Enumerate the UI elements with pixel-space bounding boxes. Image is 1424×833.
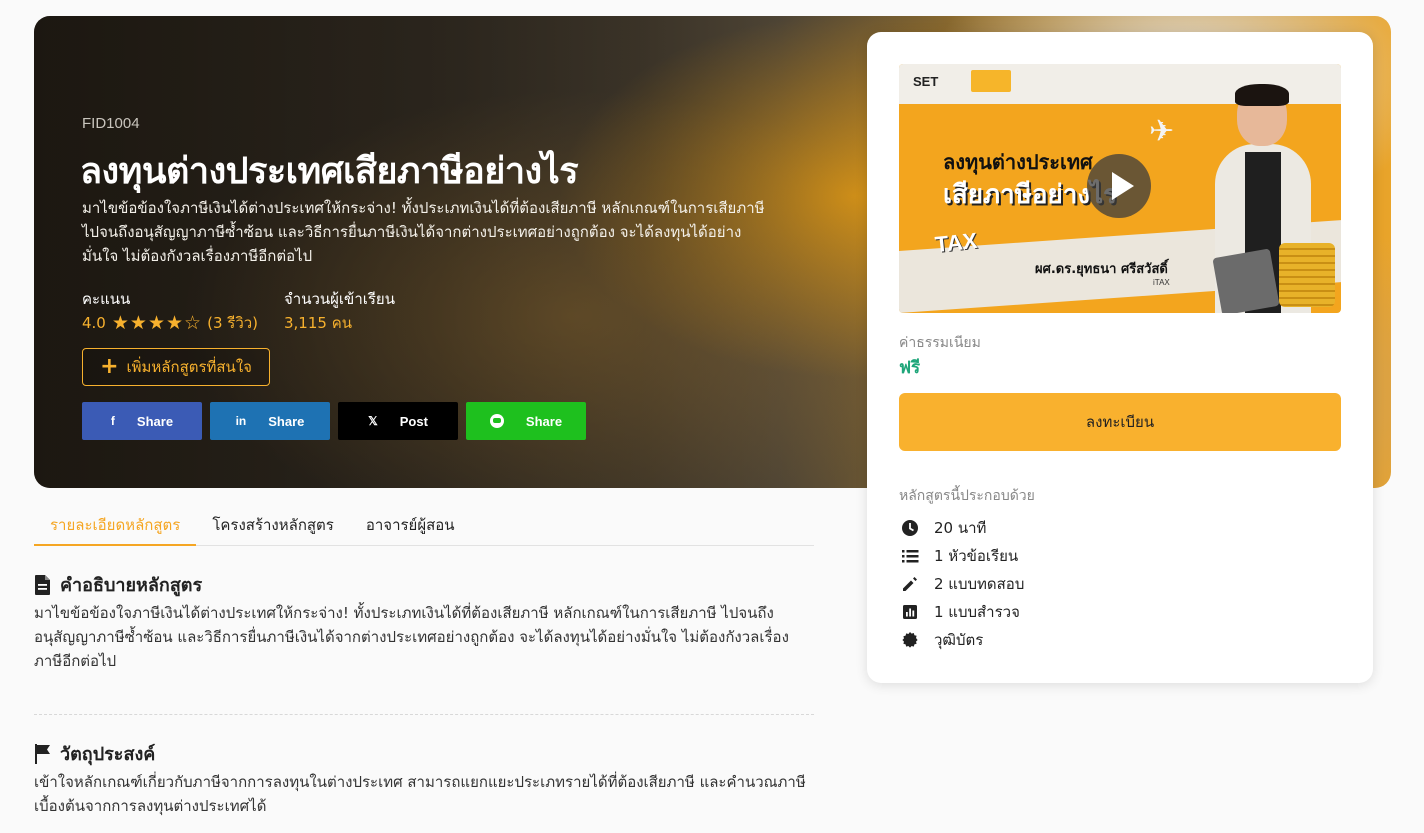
rating-label: คะแนน [82,290,131,308]
star-filled-icon: ★ [166,311,184,334]
share-linkedin-label: Share [268,413,305,429]
description-heading-text: คำอธิบายหลักสูตร [60,575,203,596]
star-filled-icon: ★ [111,311,129,334]
includes-item-quizzes: 2 แบบทดสอบ [901,572,1024,596]
list-icon [902,550,919,563]
description-text: มาไขข้อข้องใจภาษีเงินได้ต่างประเทศให้กระ… [34,604,789,670]
share-facebook-button[interactable]: f Share [82,402,202,440]
enroll-card: SET ✈ ลงทุนต่างประเทศ เสียภาษีอย่างไร TA… [867,32,1373,683]
calculator-image [1212,248,1280,313]
fee-value: ฟรี [899,358,921,378]
star-filled-icon: ★ [129,311,147,334]
tab-course-structure[interactable]: โครงสร้างหลักสูตร [196,505,350,546]
course-code: FID1004 [82,115,140,132]
tab-instructors[interactable]: อาจารย์ผู้สอน [350,505,471,546]
objective-heading-text: วัตถุประสงค์ [60,744,156,765]
x-icon: 𝕏 [368,414,378,428]
course-description: มาไขข้อข้องใจภาษีเงินได้ต่างประเทศให้กระ… [82,199,765,265]
includes-item-duration: 20 นาที [901,516,986,540]
plus-icon: + [100,354,119,379]
add-to-wishlist-button[interactable]: + เพิ่มหลักสูตรที่สนใจ [82,348,270,386]
review-count[interactable]: (3 รีวิว) [207,311,258,335]
includes-item-text: 1 แบบสำรวจ [934,603,1020,621]
section-divider [34,714,814,715]
includes-item-text: 1 หัวข้อเรียน [934,547,1019,565]
share-x-label: Post [399,413,428,429]
pencil-icon [903,577,917,591]
document-icon [35,574,50,595]
includes-item-text: วุฒิบัตร [934,631,984,649]
students-value: 3,115 คน [284,314,352,332]
share-facebook-label: Share [136,413,174,429]
tab-course-details[interactable]: รายละเอียดหลักสูตร [34,505,197,546]
includes-item-certificate: วุฒิบัตร [901,628,983,652]
flag-icon [35,743,50,764]
thumbnail-org: iTAX [1153,278,1170,287]
includes-item-survey: 1 แบบสำรวจ [901,600,1020,624]
objective-text: เข้าใจหลักเกณฑ์เกี่ยวกับภาษีจากการลงทุนใ… [34,773,806,815]
description-heading: คำอธิบายหลักสูตร [34,570,202,599]
course-video-thumbnail[interactable]: SET ✈ ลงทุนต่างประเทศ เสียภาษีอย่างไร TA… [899,64,1341,313]
objective-heading: วัตถุประสงค์ [34,739,155,768]
share-line-button[interactable]: Share [466,402,586,440]
certificate-icon [902,632,918,648]
coins-image [1279,243,1335,307]
rating-stars: ★ ★ ★ ★ ☆ [111,311,202,334]
includes-item-text: 20 นาที [934,519,987,537]
add-to-wishlist-label: เพิ่มหลักสูตรที่สนใจ [126,358,252,376]
facebook-icon: f [110,414,115,428]
line-icon [489,414,504,428]
enroll-button[interactable]: ลงทะเบียน [899,393,1341,451]
includes-label: หลักสูตรนี้ประกอบด้วย [899,488,1035,504]
course-title: ลงทุนต่างประเทศเสียภาษีอย่างไร [80,151,579,192]
rating-value-row: 4.0 ★ ★ ★ ★ ☆ (3 รีวิว) [82,311,258,335]
star-filled-icon: ★ [147,311,165,334]
chart-icon [903,605,917,619]
partner-logo [971,70,1011,92]
students-label: จำนวนผู้เข้าเรียน [284,290,395,308]
clock-icon [902,520,918,536]
set-logo: SET [913,74,939,89]
speaker-hair [1235,84,1289,106]
share-linkedin-button[interactable]: in Share [210,402,330,440]
thumbnail-tax-label: TAX [933,227,979,258]
course-tabs: รายละเอียดหลักสูตร โครงสร้างหลักสูตร อาจ… [34,505,814,546]
fee-label: ค่าธรรมเนียม [899,335,981,351]
rating-value: 4.0 [82,314,106,332]
share-line-label: Share [525,413,563,429]
star-empty-icon: ☆ [184,311,202,334]
share-x-button[interactable]: 𝕏 Post [338,402,458,440]
play-icon[interactable] [1087,154,1151,218]
airplane-icon: ✈ [1149,114,1175,149]
includes-item-lessons: 1 หัวข้อเรียน [901,544,1018,568]
linkedin-icon: in [235,414,247,428]
includes-item-text: 2 แบบทดสอบ [934,575,1025,593]
thumbnail-speaker: ผศ.ดร.ยุทธนา ศรีสวัสดิ์ [1035,262,1168,277]
